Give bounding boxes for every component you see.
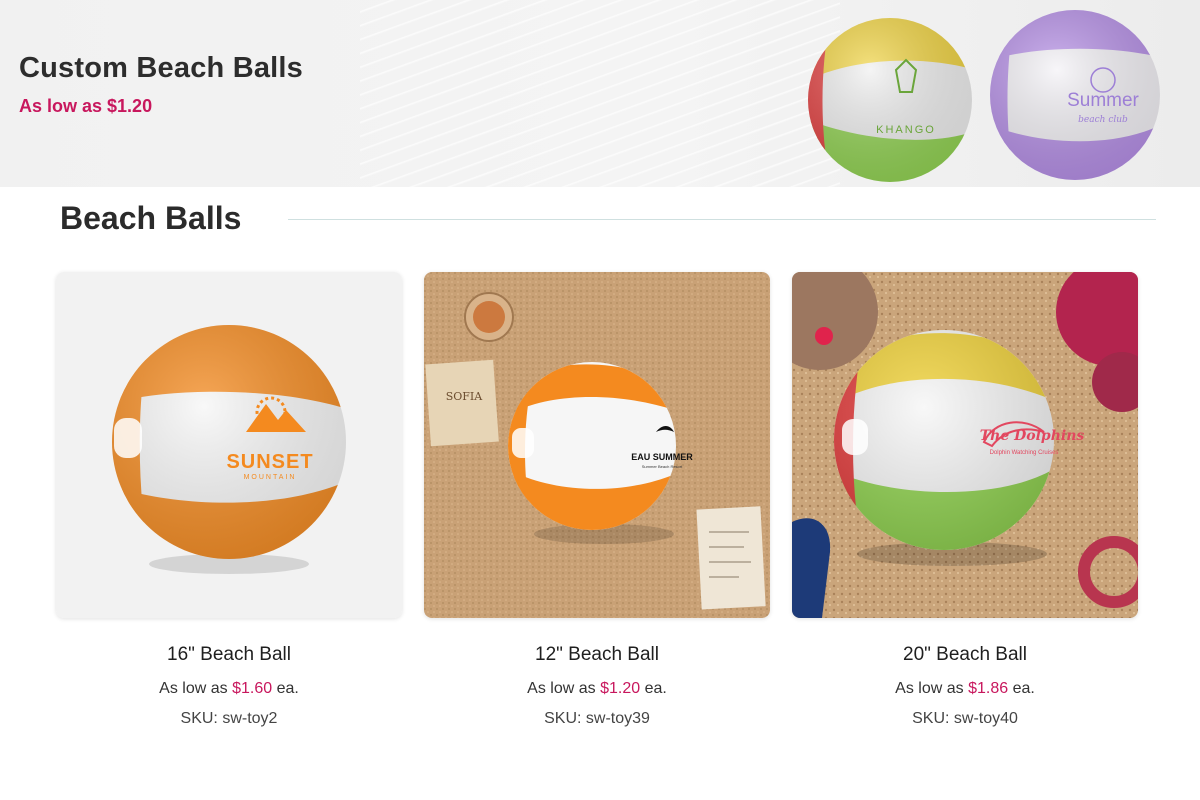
product-image-16in[interactable]: SUNSET MOUNTAIN	[56, 272, 402, 618]
sketch-paper	[696, 506, 766, 610]
brochure-text: SOFIA	[446, 390, 484, 403]
product-logo-text: SUNSET	[226, 451, 313, 473]
banner-ball-logo-khango: KHANGO	[876, 124, 936, 136]
product-price: As low as $1.86 ea.	[792, 680, 1138, 698]
price-suffix: ea.	[1012, 680, 1035, 697]
product-image-20in[interactable]: The Dolphins Dolphin Watching Cruises	[792, 272, 1138, 618]
product-image-12in[interactable]: SOFIA EAU SUMMER Summer Beach Resort	[424, 272, 770, 618]
product-price: As low as $1.60 ea.	[56, 680, 402, 698]
price-amount: $1.20	[600, 680, 641, 697]
section-divider	[288, 219, 1156, 220]
product-logo-subtext: Summer Beach Resort	[642, 464, 683, 469]
product-card-12in[interactable]: SOFIA EAU SUMMER Summer Beach Resort 12"…	[424, 272, 770, 728]
price-amount: $1.86	[968, 680, 1009, 697]
product-sku: SKU: sw-toy2	[180, 710, 278, 727]
product-card-20in[interactable]: The Dolphins Dolphin Watching Cruises 20…	[792, 272, 1138, 728]
banner-ball-multicolor	[808, 18, 972, 182]
price-amount: $1.60	[232, 680, 273, 697]
hero-banner: Custom Beach Balls As low as $1.20 KHANG…	[0, 0, 1200, 187]
product-card-16in[interactable]: SUNSET MOUNTAIN 16" Beach Ball As low as…	[56, 272, 402, 728]
product-name[interactable]: 16" Beach Ball	[56, 644, 402, 666]
price-prefix: As low as	[527, 680, 596, 697]
price-suffix: ea.	[644, 680, 667, 697]
banner-background-pattern	[360, 0, 840, 187]
product-logo-text: EAU SUMMER	[631, 452, 693, 462]
price-prefix: As low as	[895, 680, 964, 697]
price-prefix: As low as	[159, 680, 228, 697]
banner-ball-logo-summer: Summer	[1067, 90, 1139, 111]
product-sku: SKU: sw-toy40	[912, 710, 1018, 727]
banner-price: As low as $1.20	[19, 96, 153, 116]
price-suffix: ea.	[276, 680, 299, 697]
product-name[interactable]: 20" Beach Ball	[792, 644, 1138, 666]
banner-beach-balls-image: KHANGO Summer beach club	[808, 10, 1160, 182]
product-price: As low as $1.20 ea.	[424, 680, 770, 698]
product-logo-subtext: MOUNTAIN	[244, 474, 297, 481]
section-title: Beach Balls	[60, 200, 242, 236]
product-logo-subtext: Dolphin Watching Cruises	[990, 450, 1059, 456]
product-name[interactable]: 12" Beach Ball	[424, 644, 770, 666]
product-logo-text: The Dolphins	[980, 428, 1085, 444]
banner-ball-logo-beach-club: beach club	[1078, 115, 1128, 125]
red-ball-icon	[815, 327, 833, 345]
product-sku: SKU: sw-toy39	[544, 710, 650, 727]
banner-title: Custom Beach Balls	[19, 52, 304, 84]
